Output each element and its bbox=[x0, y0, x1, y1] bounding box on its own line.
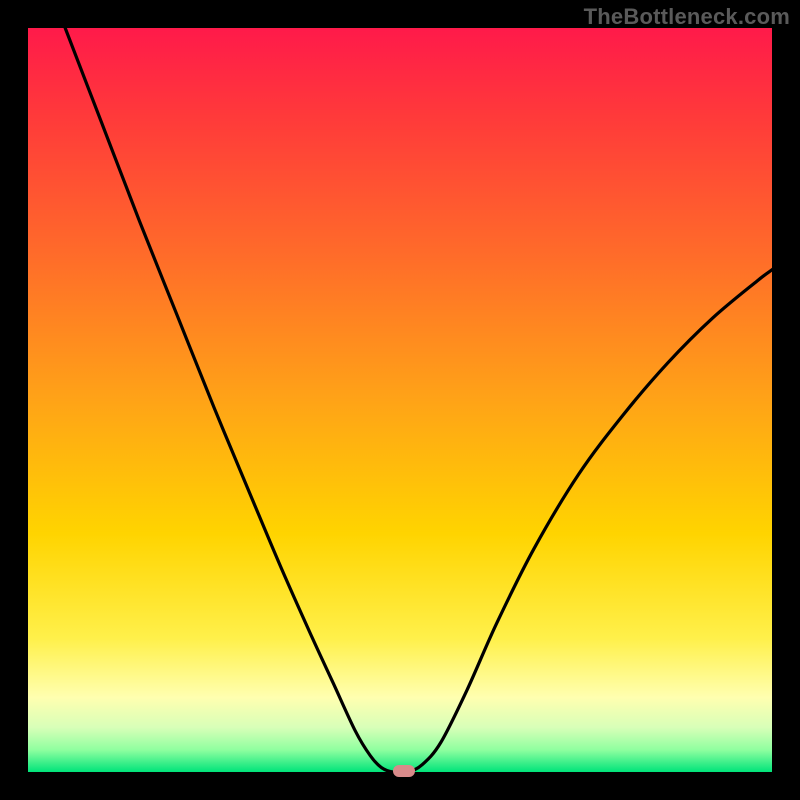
plot-area bbox=[28, 28, 772, 772]
chart-frame: TheBottleneck.com bbox=[0, 0, 800, 800]
watermark-text: TheBottleneck.com bbox=[584, 4, 790, 30]
bottleneck-curve bbox=[65, 28, 772, 772]
minimum-marker bbox=[393, 765, 415, 777]
curve-svg bbox=[28, 28, 772, 772]
